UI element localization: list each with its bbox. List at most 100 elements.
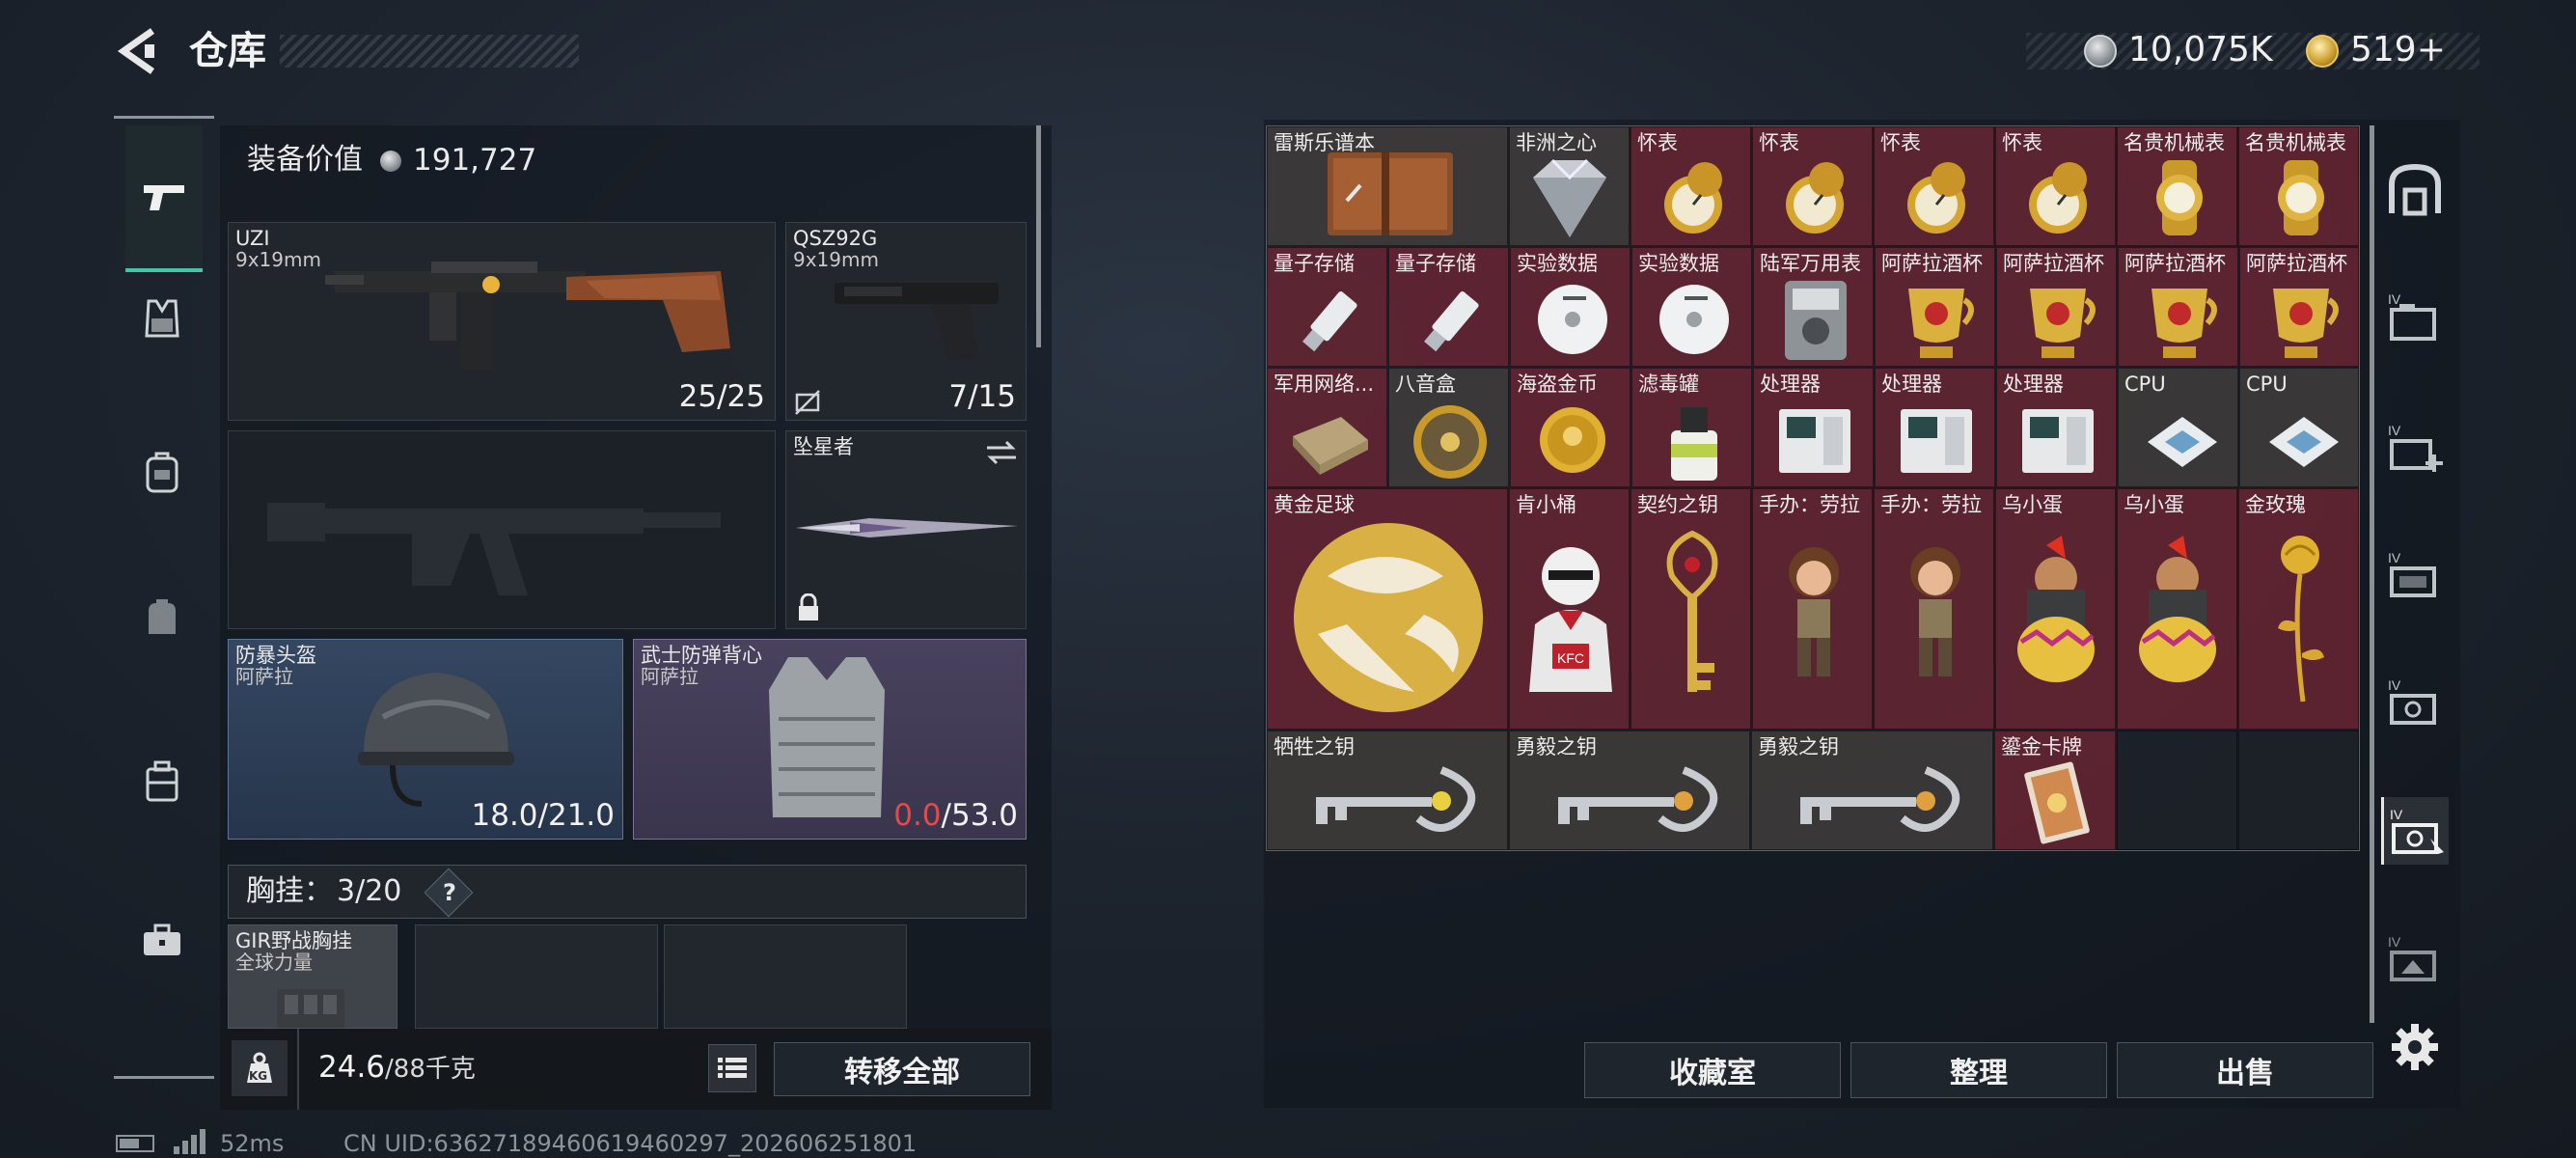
blade-weapon-icon [796,518,1018,538]
item-name: CPU [2246,372,2288,396]
item-wu-egg[interactable]: 乌小蛋 [1995,488,2116,730]
helmet-brand: 阿萨拉 [235,665,293,688]
battery-icon [116,1135,154,1152]
item-pocket-watch[interactable]: 怀表 [1874,126,1994,246]
scrollbar[interactable] [1036,125,1041,347]
helmet-slot[interactable]: 防暴头盔 阿萨拉 18.0/21.0 [228,639,623,840]
primary-weapon-ammo-count: 25/25 [678,379,765,414]
primary-weapon-ammo: 9x19mm [235,248,321,271]
item-asara-cup[interactable]: 阿萨拉酒杯 [2118,247,2238,367]
nav-backpack-tab[interactable] [114,425,210,521]
item-ken-bucket[interactable]: 肯小桶 KFC [1509,488,1630,730]
stash-page-2-tab[interactable]: IV [2381,413,2449,481]
nav-case-tab[interactable] [114,733,210,830]
secondary-weapon-slot[interactable] [228,430,776,629]
sidearm-ammo: 9x19mm [793,248,879,271]
stash-page-3-tab[interactable]: IV [2381,540,2449,608]
swap-icon[interactable] [985,439,1018,466]
item-filter-canister[interactable]: 滤毒罐 [1631,368,1752,487]
item-pocket-watch[interactable]: 怀表 [1631,126,1751,246]
item-experiment-data[interactable]: 实验数据 [1631,247,1752,367]
item-asara-cup[interactable]: 阿萨拉酒杯 [1875,247,1995,367]
gold-currency-value[interactable]: 519+ [2350,29,2446,71]
item-lara-figure[interactable]: 手办：劳拉 [1874,488,1994,730]
item-golden-football[interactable]: 黄金足球 [1267,488,1508,730]
collection-room-button[interactable]: 收藏室 [1584,1042,1841,1098]
equip-value-label: 装备价值 [247,143,363,177]
disc-icon [1659,285,1729,354]
melee-slot[interactable]: 坠星者 [785,430,1027,629]
item-score-book[interactable]: 雷斯乐谱本 [1267,126,1508,246]
item-processor[interactable]: 处理器 [1753,368,1874,487]
item-golden-rose[interactable]: 金玫瑰 [2238,488,2359,730]
item-processor[interactable]: 处理器 [1996,368,2117,487]
item-army-multimeter[interactable]: 陆军万用表 [1753,247,1874,367]
armor-slot[interactable]: 武士防弹背心 阿萨拉 0.0/53.0 [633,639,1027,840]
item-asara-cup[interactable]: 阿萨拉酒杯 [1996,247,2117,367]
item-name: 滤毒罐 [1638,372,1699,396]
item-luxury-watch[interactable]: 名贵机械表 [2238,126,2359,246]
primary-weapon-name: UZI [235,227,270,250]
nav-weapons-tab[interactable] [125,125,203,272]
pistol-weapon-icon [835,283,999,360]
rig-icon [277,989,344,1028]
rig-slot[interactable]: GIR野战胸挂 全球力量 [228,924,397,1029]
list-view-button[interactable] [708,1044,756,1092]
sell-button[interactable]: 出售 [2117,1042,2373,1098]
empty-slot[interactable] [2117,731,2237,850]
rig-pocket[interactable] [664,924,907,1029]
nav-toolbox-tab[interactable] [114,893,210,989]
sort-button[interactable]: 整理 [1850,1042,2107,1098]
settings-button[interactable] [2381,1013,2449,1081]
item-processor[interactable]: 处理器 [1875,368,1995,487]
item-experiment-data[interactable]: 实验数据 [1510,247,1631,367]
help-icon: ? [443,879,456,906]
rig-pocket[interactable] [415,924,658,1029]
armor-durability: 0.0/53.0 [893,798,1018,833]
item-quantum-storage[interactable]: 量子存储 [1388,247,1509,367]
empty-slot[interactable] [2238,731,2359,850]
stash-page-5-tab[interactable]: IV [2381,797,2449,865]
item-pirate-coin[interactable]: 海盗金币 [1510,368,1631,487]
item-contract-key[interactable]: 契约之钥 [1631,488,1751,730]
processor-icon [2022,409,2094,473]
item-asara-cup[interactable]: 阿萨拉酒杯 [2239,247,2359,367]
pocket-watch-icon [1786,162,1844,234]
back-button[interactable] [114,27,162,75]
stash-page-4-tab[interactable]: IV [2381,668,2449,735]
item-name: 海盗金币 [1517,372,1598,396]
chest-rig-label: 胸挂： [246,874,333,908]
folder-active-icon: IV [2390,807,2444,854]
kfc-label: KFC [1557,650,1584,666]
equip-value: 191,727 [413,143,537,178]
primary-weapon-slot[interactable]: UZI 9x19mm 25/25 [228,222,776,421]
item-gilded-card[interactable]: 鎏金卡牌 [1994,731,2116,850]
item-courage-key[interactable]: 勇毅之钥 [1509,731,1750,850]
item-cpu[interactable]: CPU [2239,368,2359,487]
item-music-box[interactable]: 八音盒 [1388,368,1509,487]
item-heart-of-africa[interactable]: 非洲之心 [1509,126,1630,246]
stash-scrollbar[interactable] [2370,125,2374,1023]
nav-armor-tab[interactable] [114,270,210,367]
item-name: 金玫瑰 [2245,493,2306,516]
transfer-all-button[interactable]: 转移全部 [774,1042,1030,1096]
music-box-icon [1413,405,1487,479]
item-pocket-watch[interactable]: 怀表 [1752,126,1873,246]
item-lara-figure[interactable]: 手办：劳拉 [1752,488,1873,730]
nav-top-line [114,116,214,119]
stash-page-1-tab[interactable]: IV [2381,282,2449,349]
item-luxury-watch[interactable]: 名贵机械表 [2117,126,2237,246]
item-sacrifice-key[interactable]: 牺牲之钥 [1267,731,1508,850]
weight-badge [232,1040,288,1096]
nav-bag-tab[interactable] [114,569,210,666]
item-military-network[interactable]: 军用网络... [1267,368,1387,487]
stash-page-6-tab[interactable]: IV [2381,924,2449,992]
item-cpu[interactable]: CPU [2118,368,2238,487]
item-courage-key[interactable]: 勇毅之钥 [1751,731,1993,850]
bag-icon [149,599,176,634]
item-quantum-storage[interactable]: 量子存储 [1267,247,1387,367]
sidearm-slot[interactable]: QSZ92G 9x19mm 7/15 [785,222,1027,421]
stash-home-tab[interactable] [2381,156,2449,224]
item-pocket-watch[interactable]: 怀表 [1995,126,2116,246]
item-wu-egg[interactable]: 乌小蛋 [2117,488,2237,730]
